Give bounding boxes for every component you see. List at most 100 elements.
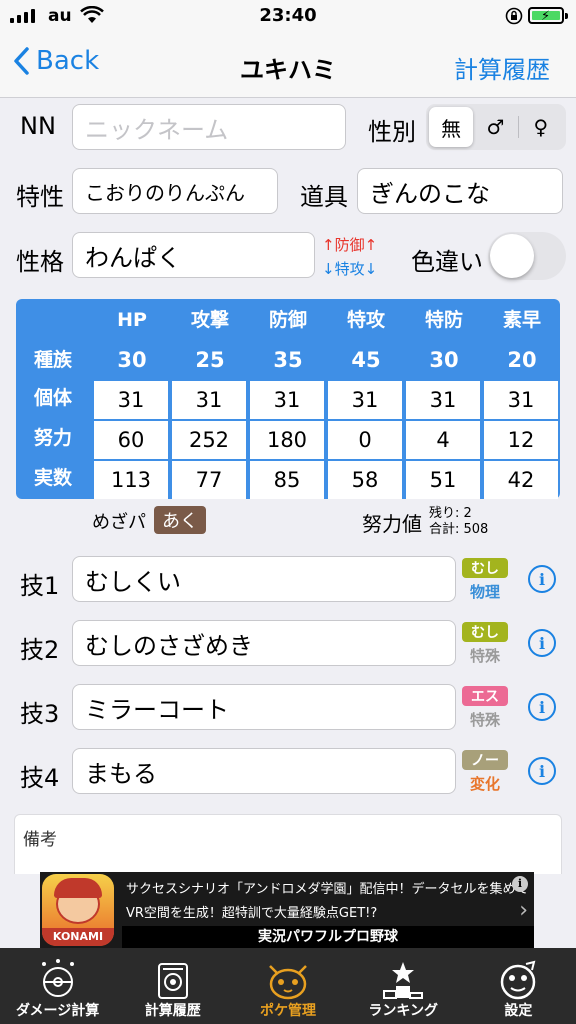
ad-app-icon: KONAMI xyxy=(42,874,114,946)
move-label: 技3 xyxy=(20,700,60,728)
clock: 23:40 xyxy=(259,5,317,26)
nature-boost-label: ↑防御↑ xyxy=(322,236,378,254)
info-icon[interactable]: i xyxy=(528,629,556,657)
info-icon[interactable]: i xyxy=(528,693,556,721)
iv-cell[interactable]: 31 xyxy=(250,381,324,419)
stat-row-label: 種族 xyxy=(33,349,72,371)
move-name-field[interactable]: ミラーコート xyxy=(72,684,456,730)
ability-field[interactable]: こおりのりんぷん xyxy=(72,168,278,214)
move-label: 技4 xyxy=(20,764,60,792)
gender-option-male[interactable]: ♂ xyxy=(473,107,517,147)
actual-cell: 51 xyxy=(406,461,480,499)
ev-cell[interactable]: 0 xyxy=(328,421,402,459)
tab-label: ランキング xyxy=(368,1003,438,1019)
status-bar: au 23:40 ⚡ xyxy=(0,0,576,32)
iv-cell[interactable]: 31 xyxy=(94,381,168,419)
tab-ranking[interactable]: ランキング xyxy=(346,948,461,1024)
toggle-knob xyxy=(490,234,534,278)
settings-icon xyxy=(501,960,536,1000)
battery-icon: ⚡ xyxy=(528,7,568,24)
tab-label: 計算履歴 xyxy=(144,1003,201,1019)
ev-cell[interactable]: 180 xyxy=(250,421,324,459)
stat-header: 特攻 xyxy=(346,309,385,331)
nature-field[interactable]: わんぱく xyxy=(72,232,315,278)
tab-label: ダメージ計算 xyxy=(15,1003,100,1019)
stat-header: HP xyxy=(117,309,147,331)
gender-segmented-control: 無 ♂ ♀ xyxy=(426,104,566,150)
actual-cell: 58 xyxy=(328,461,402,499)
move-category-label: 物理 xyxy=(469,583,500,601)
tab-poke-manage[interactable]: ポケ管理 xyxy=(230,948,345,1024)
damage-calc-icon xyxy=(41,959,74,997)
move-name-field[interactable]: まもる xyxy=(72,748,456,794)
nickname-input[interactable]: ニックネーム xyxy=(72,104,346,150)
tab-label: ポケ管理 xyxy=(260,1003,316,1019)
ev-label: 努力値 xyxy=(362,512,422,536)
ev-cell[interactable]: 60 xyxy=(94,421,168,459)
gender-label: 性別 xyxy=(368,118,416,146)
ev-cell[interactable]: 252 xyxy=(172,421,246,459)
ev-cell[interactable]: 4 xyxy=(406,421,480,459)
calc-history-icon xyxy=(157,963,188,999)
ev-total: 合計: 508 xyxy=(429,522,489,537)
ad-text-line2: VR空間を生成！超特訓で大量経験点GET!? xyxy=(126,906,378,921)
stat-header: 攻撃 xyxy=(190,309,229,331)
item-field[interactable]: ぎんのこな xyxy=(357,168,563,214)
stat-header: 素早 xyxy=(502,309,541,331)
base-stat: 35 xyxy=(273,348,303,372)
ad-text-line1: サクセスシナリオ「アンドロメダ学園」配信中！データセルを集めて xyxy=(126,882,529,897)
base-stat: 30 xyxy=(429,348,459,372)
stats-table: HP 攻撃 防御 特攻 特防 素早 種族 個体 努力 実数 30 25 35 45 30 20 31 31 31 31… xyxy=(16,299,560,499)
gender-option-none[interactable]: 無 xyxy=(429,107,474,147)
hidden-power-type-badge[interactable]: あく xyxy=(154,506,206,534)
orientation-lock-icon xyxy=(505,7,523,25)
move-category-label: 特殊 xyxy=(469,647,500,665)
move-category-label: 特殊 xyxy=(469,711,500,729)
ability-label: 特性 xyxy=(16,183,64,211)
actual-cell: 42 xyxy=(484,461,558,499)
move-type-badge: むし xyxy=(462,558,508,578)
move-category-label: 変化 xyxy=(469,775,500,793)
gender-option-female[interactable]: ♀ xyxy=(519,107,563,147)
actual-cell: 113 xyxy=(94,461,168,499)
actual-cell: 85 xyxy=(250,461,324,499)
tab-calc-history[interactable]: 計算履歴 xyxy=(115,948,230,1024)
base-stat: 30 xyxy=(117,348,147,372)
move-label: 技1 xyxy=(20,572,60,600)
move-type-badge: ノー xyxy=(462,750,508,770)
tab-bar: ダメージ計算 計算履歴 ポケ管理 ランキング 設定 xyxy=(0,948,576,1024)
info-icon[interactable]: i xyxy=(528,565,556,593)
hidden-power-label: めざパ xyxy=(92,512,146,533)
info-icon[interactable]: i xyxy=(528,757,556,785)
history-button[interactable]: 計算履歴 xyxy=(454,50,550,85)
base-stat: 20 xyxy=(507,348,537,372)
nature-label: 性格 xyxy=(16,248,64,276)
stat-row-label: 実数 xyxy=(33,467,72,489)
shiny-label: 色違い xyxy=(411,248,483,276)
memo-label: 備考 xyxy=(23,830,57,850)
ranking-icon xyxy=(383,962,424,999)
ad-banner[interactable]: KONAMI サクセスシナリオ「アンドロメダ学園」配信中！データセルを集めて V… xyxy=(40,872,534,948)
stat-header: 防御 xyxy=(268,309,307,331)
actual-cell: 77 xyxy=(172,461,246,499)
move-name-field[interactable]: むしのさざめき xyxy=(72,620,456,666)
ad-brand: KONAMI xyxy=(42,928,114,946)
tab-settings[interactable]: 設定 xyxy=(461,948,576,1024)
nn-label: NN xyxy=(20,112,56,140)
iv-cell[interactable]: 31 xyxy=(172,381,246,419)
stat-header: 特防 xyxy=(424,309,463,331)
ad-info-icon[interactable]: i xyxy=(512,876,528,892)
tab-damage-calc[interactable]: ダメージ計算 xyxy=(0,948,115,1024)
move-type-badge: エス xyxy=(462,686,508,706)
tab-label: 設定 xyxy=(504,1003,533,1019)
iv-cell[interactable]: 31 xyxy=(328,381,402,419)
move-label: 技2 xyxy=(20,636,60,664)
iv-cell[interactable]: 31 xyxy=(484,381,558,419)
ev-cell[interactable]: 12 xyxy=(484,421,558,459)
shiny-toggle[interactable] xyxy=(488,232,566,280)
memo-field[interactable]: 備考 xyxy=(14,814,562,874)
move-name-field[interactable]: むしくい xyxy=(72,556,456,602)
iv-cell[interactable]: 31 xyxy=(406,381,480,419)
navigation-bar: Back ユキハミ 計算履歴 xyxy=(0,32,576,98)
chevron-right-icon: › xyxy=(519,898,528,923)
